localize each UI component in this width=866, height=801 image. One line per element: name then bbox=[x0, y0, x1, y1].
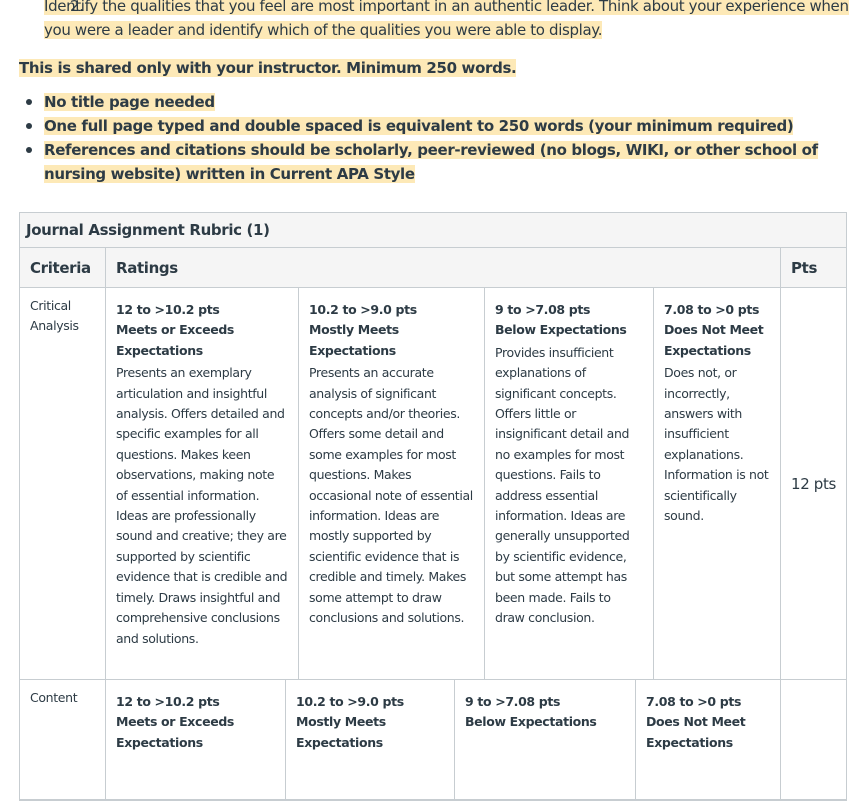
rating-label: Meets or Exceeds Expectations bbox=[116, 714, 235, 750]
rating-cell: 10.2 to >9.0 pts Mostly Meets Expectatio… bbox=[299, 288, 485, 679]
rating-label: Below Expectations bbox=[465, 714, 597, 730]
criterion-points bbox=[781, 680, 846, 799]
criterion-name: Critical Analysis bbox=[20, 288, 106, 679]
list-item: References and citations should be schol… bbox=[26, 138, 854, 186]
rating-points: 9 to >7.08 pts bbox=[465, 694, 561, 709]
header-criteria: Criteria bbox=[20, 248, 106, 287]
rating-points: 7.08 to >0 pts bbox=[646, 694, 742, 709]
item-number: 2. bbox=[70, 0, 84, 15]
shared-note: This is shared only with your instructor… bbox=[19, 59, 517, 77]
rating-label: Does Not Meet Expectations bbox=[664, 322, 764, 358]
rating-description: Presents an exemplary articulation and i… bbox=[116, 365, 288, 646]
rating-label: Below Expectations bbox=[495, 322, 627, 338]
rating-description: Provides insufficient explanations of si… bbox=[495, 344, 630, 626]
header-pts: Pts bbox=[791, 259, 818, 277]
table-row: Critical Analysis 12 to >10.2 pts Meets … bbox=[20, 288, 846, 680]
ratings-group: 12 to >10.2 pts Meets or Exceeds Expecta… bbox=[106, 288, 781, 679]
table-row: Content 12 to >10.2 pts Meets or Exceeds… bbox=[20, 680, 846, 800]
rating-label: Mostly Meets Expectations bbox=[296, 714, 386, 750]
rating-points: 10.2 to >9.0 pts bbox=[309, 302, 417, 317]
rating-points: 7.08 to >0 pts bbox=[664, 302, 760, 317]
rating-cell: 7.08 to >0 pts Does Not Meet Expectation… bbox=[636, 680, 780, 799]
rating-description: Presents an accurate analysis of signifi… bbox=[309, 365, 473, 626]
requirements-list: No title page needed One full page typed… bbox=[26, 90, 854, 186]
rating-points: 9 to >7.08 pts bbox=[495, 302, 591, 317]
rating-cell: 12 to >10.2 pts Meets or Exceeds Expecta… bbox=[106, 288, 299, 679]
rating-points: 10.2 to >9.0 pts bbox=[296, 694, 404, 709]
rating-label: Does Not Meet Expectations bbox=[646, 714, 746, 750]
rubric-header-row: Criteria Ratings Pts bbox=[20, 248, 846, 288]
criterion-name: Content bbox=[20, 680, 106, 799]
bullet-icon bbox=[26, 147, 32, 153]
rating-cell: 9 to >7.08 pts Below Expectations bbox=[455, 680, 636, 799]
item-text: Identify the qualities that you feel are… bbox=[44, 0, 849, 39]
rating-label: Mostly Meets Expectations bbox=[309, 322, 399, 358]
rating-points: 12 to >10.2 pts bbox=[116, 694, 220, 709]
list-item: No title page needed bbox=[26, 90, 854, 114]
instruction-item: 2. Identify the qualities that you feel … bbox=[44, 0, 866, 42]
rating-cell: 9 to >7.08 pts Below Expectations Provid… bbox=[485, 288, 654, 679]
rating-label: Meets or Exceeds Expectations bbox=[116, 322, 235, 358]
list-item: One full page typed and double spaced is… bbox=[26, 114, 854, 138]
rating-cell: 12 to >10.2 pts Meets or Exceeds Expecta… bbox=[106, 680, 286, 799]
header-ratings: Ratings bbox=[106, 248, 781, 287]
rating-description: Does not, or incorrectly, answers with i… bbox=[664, 365, 769, 524]
rating-cell: 7.08 to >0 pts Does Not Meet Expectation… bbox=[654, 288, 780, 679]
rubric-table: Journal Assignment Rubric (1) Criteria R… bbox=[19, 212, 847, 801]
rating-cell: 10.2 to >9.0 pts Mostly Meets Expectatio… bbox=[286, 680, 455, 799]
bullet-icon bbox=[26, 99, 32, 105]
ratings-group: 12 to >10.2 pts Meets or Exceeds Expecta… bbox=[106, 680, 781, 799]
rubric-title: Journal Assignment Rubric (1) bbox=[20, 213, 846, 248]
bullet-icon bbox=[26, 123, 32, 129]
instruction-list: 2. Identify the qualities that you feel … bbox=[0, 0, 866, 42]
criterion-points: 12 pts bbox=[791, 474, 836, 493]
rating-points: 12 to >10.2 pts bbox=[116, 302, 220, 317]
